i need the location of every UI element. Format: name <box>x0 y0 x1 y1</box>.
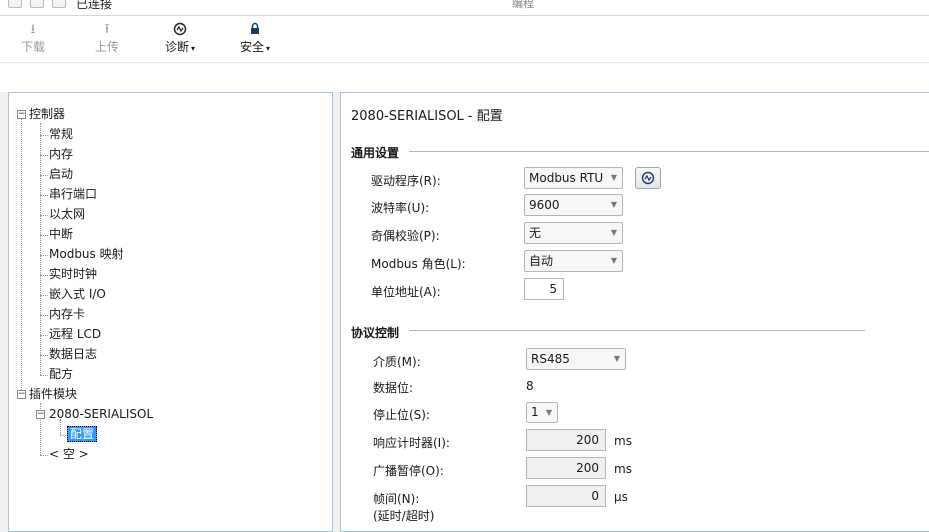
connection-status: 已连接 <box>76 0 113 11</box>
parity-select[interactable]: 无 ▼ <box>524 222 623 244</box>
chevron-down-icon: ▾ <box>191 44 196 53</box>
parity-value: 无 <box>529 226 542 240</box>
inter-frame-input[interactable]: 0 <box>526 485 606 507</box>
stopbits-value: 1 <box>531 405 539 419</box>
tree-item-serialisol[interactable]: 2080-SERIALISOL <box>49 405 153 423</box>
general-settings-header: 通用设置 <box>351 146 400 160</box>
stop-icon[interactable] <box>8 0 22 8</box>
diagnostics-icon <box>160 22 200 38</box>
upload-button[interactable]: ⭱ 上传 <box>92 22 122 55</box>
broadcast-pause-input[interactable]: 200 <box>526 457 606 479</box>
security-button[interactable]: 安全 ▾ <box>235 22 275 55</box>
project-tree-panel: − 控制器 常规 内存 启动 串行端口 以太网 中断 Modbus 映射 实时时… <box>8 92 333 532</box>
toolbar: ⭳ 下载 ⭱ 上传 诊断 ▾ 安全 ▾ <box>0 16 929 62</box>
broadcast-pause-label: 广播暂停(O): <box>373 464 444 478</box>
tree-item-memory-card[interactable]: 内存卡 <box>49 305 85 323</box>
lock-icon <box>235 22 275 38</box>
stopbits-select[interactable]: 1 ▼ <box>526 402 558 423</box>
unit-address-input[interactable]: 5 <box>524 278 564 300</box>
protocol-control-header: 协议控制 <box>351 326 400 340</box>
config-panel: 2080-SERIALISOL - 配置 通用设置 驱动程序(R): Modbu… <box>340 92 929 532</box>
databits-label: 数据位: <box>373 381 414 395</box>
modbus-role-label: Modbus 角色(L): <box>371 257 466 271</box>
pause-icon[interactable] <box>30 0 44 8</box>
medium-value: RS485 <box>531 352 570 366</box>
response-timer-label: 响应计时器(I): <box>373 436 450 450</box>
chevron-down-icon: ▼ <box>610 173 617 182</box>
tree-item-datalog[interactable]: 数据日志 <box>49 345 97 363</box>
response-timer-unit: ms <box>614 434 632 448</box>
response-timer-input[interactable]: 200 <box>526 429 606 451</box>
modbus-role-select[interactable]: 自动 ▼ <box>524 250 623 272</box>
collapse-module-icon[interactable]: − <box>36 410 45 419</box>
medium-select[interactable]: RS485 ▼ <box>526 348 626 370</box>
tree-item-interrupts[interactable]: 中断 <box>49 225 73 243</box>
download-button[interactable]: ⭳ 下载 <box>18 22 48 55</box>
inter-frame-unit: µs <box>614 490 628 504</box>
download-icon: ⭳ <box>30 22 36 37</box>
tree-item-general[interactable]: 常规 <box>49 125 73 143</box>
stopbits-label: 停止位(S): <box>373 408 431 422</box>
tree-item-memory[interactable]: 内存 <box>49 145 73 163</box>
tree-item-remote-lcd[interactable]: 远程 LCD <box>49 325 101 343</box>
chevron-down-icon: ▼ <box>610 256 617 265</box>
driver-select[interactable]: Modbus RTU ▼ <box>524 167 623 189</box>
baud-select[interactable]: 9600 ▼ <box>524 194 623 216</box>
tree-item-config-wrap: 配置 <box>67 425 98 443</box>
upload-icon: ⭱ <box>104 22 110 37</box>
inter-frame-sublabel: (延时/超时) <box>373 509 435 523</box>
chevron-down-icon: ▾ <box>266 44 271 53</box>
tree-item-config[interactable]: 配置 <box>67 426 98 442</box>
tree-item-embedded-io[interactable]: 嵌入式 I/O <box>49 285 106 303</box>
chevron-down-icon: ▼ <box>545 408 552 417</box>
edit-icon[interactable] <box>52 0 66 8</box>
chevron-down-icon: ▼ <box>613 354 620 363</box>
diagnose-label: 诊断 <box>164 40 189 54</box>
tree-item-modbus-mapping[interactable]: Modbus 映射 <box>49 245 124 263</box>
mode-status: 编程 <box>512 0 534 10</box>
driver-value: Modbus RTU <box>529 171 604 185</box>
databits-value: 8 <box>526 379 534 393</box>
tree-item-ethernet[interactable]: 以太网 <box>49 205 85 223</box>
page-title: 2080-SERIALISOL - 配置 <box>351 109 503 124</box>
tree-item-recipe[interactable]: 配方 <box>49 365 73 383</box>
modbus-role-value: 自动 <box>529 254 554 268</box>
broadcast-pause-unit: ms <box>614 462 632 476</box>
download-label: 下载 <box>20 40 45 54</box>
unit-address-label: 单位地址(A): <box>371 285 441 299</box>
tree-item-controller[interactable]: 控制器 <box>29 105 65 123</box>
status-strip: 已连接 编程 <box>0 0 929 16</box>
baud-value: 9600 <box>529 198 560 212</box>
app-window: 已连接 编程 ⭳ 下载 ⭱ 上传 诊断 ▾ 安全 ▾ − 控制器 常规 内存 启… <box>0 0 929 532</box>
driver-label: 驱动程序(R): <box>371 174 441 188</box>
diagnose-button[interactable]: 诊断 ▾ <box>160 22 200 55</box>
spacer-band <box>0 62 929 92</box>
collapse-controller-icon[interactable]: − <box>17 110 26 119</box>
chevron-down-icon: ▼ <box>610 200 617 209</box>
tree-item-rtc[interactable]: 实时时钟 <box>49 265 97 283</box>
parity-label: 奇偶校验(P): <box>371 229 440 243</box>
driver-diagnostics-button[interactable] <box>635 167 661 189</box>
tree-item-empty-slot[interactable]: < 空 > <box>49 445 89 463</box>
baud-label: 波特率(U): <box>371 201 430 215</box>
project-tree: − 控制器 常规 内存 启动 串行端口 以太网 中断 Modbus 映射 实时时… <box>9 93 332 531</box>
tree-item-plugin-modules[interactable]: 插件模块 <box>29 385 77 403</box>
divider <box>409 330 865 331</box>
upload-label: 上传 <box>94 40 119 54</box>
divider <box>409 151 929 152</box>
medium-label: 介质(M): <box>373 355 421 369</box>
inter-frame-label: 帧间(N): <box>373 492 420 506</box>
security-label: 安全 <box>239 40 264 54</box>
tree-item-serial-port[interactable]: 串行端口 <box>49 185 97 203</box>
tree-item-startup[interactable]: 启动 <box>49 165 73 183</box>
chevron-down-icon: ▼ <box>610 228 617 237</box>
collapse-plugins-icon[interactable]: − <box>17 390 26 399</box>
diagnostics-icon <box>641 171 655 185</box>
